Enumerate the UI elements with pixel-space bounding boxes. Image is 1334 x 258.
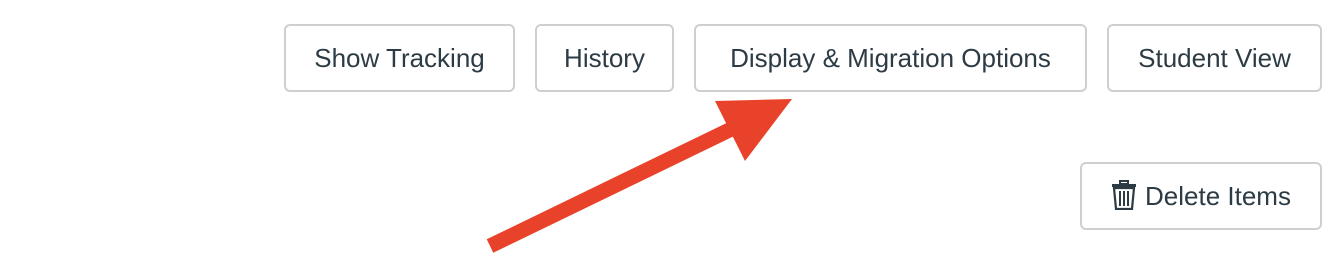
show-tracking-label: Show Tracking [314, 42, 485, 73]
show-tracking-button[interactable]: Show Tracking [284, 24, 515, 92]
history-button[interactable]: History [535, 24, 674, 92]
delete-items-button[interactable]: Delete Items [1080, 162, 1322, 230]
history-label: History [564, 42, 645, 73]
student-view-label: Student View [1138, 42, 1291, 73]
arrow-head [715, 99, 792, 161]
student-view-button[interactable]: Student View [1107, 24, 1322, 92]
arrow-shaft [486, 113, 754, 253]
display-migration-options-button[interactable]: Display & Migration Options [694, 24, 1087, 92]
display-migration-options-label: Display & Migration Options [730, 42, 1051, 73]
trash-icon [1111, 180, 1137, 211]
delete-items-label: Delete Items [1145, 180, 1291, 211]
